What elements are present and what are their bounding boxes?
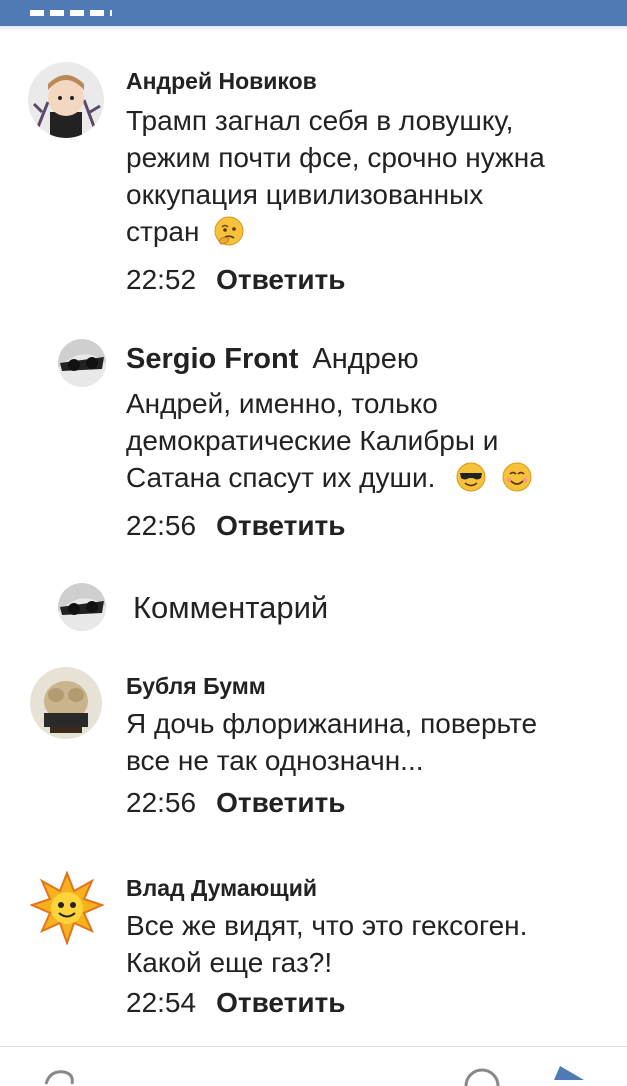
comment-time: 22:56 bbox=[126, 787, 197, 818]
avatar[interactable] bbox=[30, 871, 104, 945]
comment-line: Сатана спасут их души. bbox=[126, 459, 566, 496]
avatar[interactable] bbox=[30, 667, 102, 739]
header-shadow bbox=[0, 26, 627, 32]
comment-meta: 22:56 Ответить bbox=[126, 787, 345, 819]
bottom-divider bbox=[0, 1046, 627, 1047]
comment-line: демократические Калибры и bbox=[126, 425, 499, 456]
emoji-icon[interactable] bbox=[462, 1066, 502, 1086]
reply-button[interactable]: Ответить bbox=[216, 987, 345, 1018]
reply-button[interactable]: Ответить bbox=[216, 264, 345, 295]
comment-line: режим почти фсе, срочно нужна bbox=[126, 142, 545, 173]
comment-text: Я дочь флорижанина, поверьте все не так … bbox=[126, 705, 566, 779]
comment-author-name[interactable]: Sergio Front bbox=[126, 343, 298, 375]
comment-line: оккупация цивилизованных bbox=[126, 179, 484, 210]
comment-text: Все же видят, что это гексоген. Какой ещ… bbox=[126, 907, 566, 981]
comment-author[interactable]: Андрей Новиков bbox=[126, 68, 317, 95]
comment-author[interactable]: Бубля Бумм bbox=[126, 673, 266, 700]
attach-icon[interactable] bbox=[40, 1066, 80, 1086]
top-header-bar bbox=[0, 0, 627, 26]
comment-meta: 22:56 Ответить bbox=[126, 510, 345, 542]
reply-to-name[interactable]: Андрею bbox=[312, 343, 418, 375]
avatar bbox=[58, 583, 106, 631]
avatar[interactable] bbox=[58, 339, 106, 387]
comment-time: 22:54 bbox=[126, 987, 197, 1018]
comment-line: Все же видят, что это гексоген. bbox=[126, 910, 528, 941]
comment-line: Какой еще газ?! bbox=[126, 947, 333, 978]
comment-meta: 22:54 Ответить bbox=[126, 987, 345, 1019]
reply-button[interactable]: Ответить bbox=[216, 510, 345, 541]
avatar[interactable] bbox=[28, 62, 104, 138]
comment-author: Sergio Front Андрею bbox=[126, 343, 419, 376]
smiling-face-icon bbox=[502, 462, 532, 492]
comment-input[interactable]: Комментарий bbox=[133, 590, 328, 626]
comment-line: Трамп загнал себя в ловушку, bbox=[126, 105, 514, 136]
thinking-face-icon bbox=[214, 216, 244, 246]
comment-text: Трамп загнал себя в ловушку, режим почти… bbox=[126, 102, 566, 250]
comment-line: Я дочь флорижанина, поверьте bbox=[126, 708, 538, 739]
bottom-toolbar bbox=[0, 1050, 627, 1086]
comment-line: стран bbox=[126, 213, 566, 250]
header-title-fragment bbox=[30, 10, 112, 24]
comment-line: Андрей, именно, только bbox=[126, 388, 438, 419]
comment-author[interactable]: Влад Думающий bbox=[126, 875, 317, 902]
sunglasses-face-icon bbox=[456, 462, 486, 492]
comment-meta: 22:52 Ответить bbox=[126, 264, 345, 296]
comment-text: Андрей, именно, только демократические К… bbox=[126, 385, 566, 496]
comment-time: 22:56 bbox=[126, 510, 197, 541]
comment-time: 22:52 bbox=[126, 264, 197, 295]
send-icon[interactable] bbox=[550, 1064, 590, 1080]
reply-button[interactable]: Ответить bbox=[216, 787, 345, 818]
comment-composer[interactable]: Комментарий bbox=[0, 578, 627, 638]
comment-line: все не так однозначн... bbox=[126, 745, 424, 776]
